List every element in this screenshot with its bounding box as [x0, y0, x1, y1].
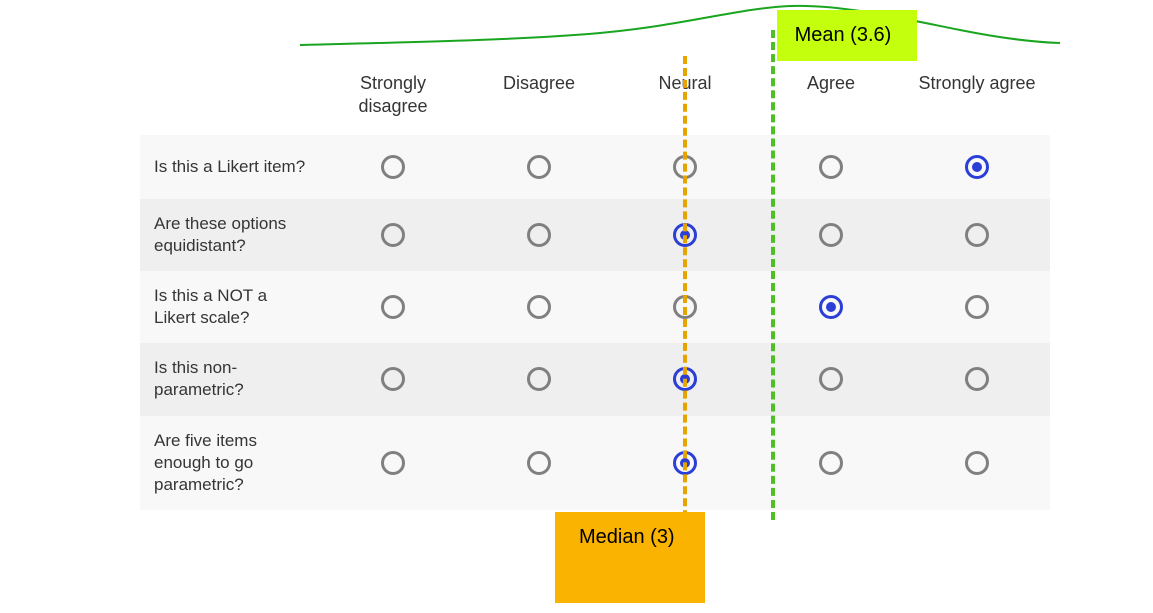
question-cell: Is this non-parametric? — [140, 343, 320, 415]
radio-cell[interactable] — [320, 343, 466, 415]
radio-option[interactable] — [381, 367, 405, 391]
question-cell: Are these options equidistant? — [140, 199, 320, 271]
radio-option[interactable] — [819, 155, 843, 179]
radio-option[interactable] — [381, 451, 405, 475]
radio-option[interactable] — [527, 223, 551, 247]
likert-table: Strongly disagree Disagree Neural Agree … — [140, 60, 1050, 510]
radio-cell[interactable] — [758, 416, 904, 510]
question-cell: Is this a NOT a Likert scale? — [140, 271, 320, 343]
radio-option[interactable] — [527, 295, 551, 319]
radio-option[interactable] — [819, 451, 843, 475]
col-header-1-text: Strongly disagree — [333, 72, 453, 117]
table-row: Is this a NOT a Likert scale? — [140, 271, 1050, 343]
radio-option[interactable] — [819, 367, 843, 391]
radio-option[interactable] — [965, 223, 989, 247]
radio-cell[interactable] — [320, 271, 466, 343]
radio-cell[interactable] — [320, 416, 466, 510]
radio-cell[interactable] — [904, 271, 1050, 343]
col-header-4-text: Agree — [807, 72, 855, 95]
radio-cell[interactable] — [466, 135, 612, 199]
radio-cell[interactable] — [466, 343, 612, 415]
col-header-3: Neural — [612, 60, 758, 135]
col-header-4: Agree — [758, 60, 904, 135]
radio-option[interactable] — [965, 367, 989, 391]
question-text: Is this a NOT a Likert scale? — [154, 286, 267, 327]
question-cell: Is this a Likert item? — [140, 135, 320, 199]
median-text: Median (3) — [579, 526, 675, 548]
table-row: Is this non-parametric? — [140, 343, 1050, 415]
radio-option[interactable] — [965, 295, 989, 319]
radio-option[interactable] — [673, 451, 697, 475]
radio-cell[interactable] — [612, 271, 758, 343]
question-text: Is this non-parametric? — [154, 358, 244, 399]
col-header-5: Strongly agree — [904, 60, 1050, 135]
radio-option[interactable] — [527, 451, 551, 475]
col-header-1: Strongly disagree — [320, 60, 466, 135]
question-text: Are these options equidistant? — [154, 214, 286, 255]
col-header-2: Disagree — [466, 60, 612, 135]
table-row: Is this a Likert item? — [140, 135, 1050, 199]
radio-option[interactable] — [673, 155, 697, 179]
radio-cell[interactable] — [466, 199, 612, 271]
radio-option[interactable] — [673, 223, 697, 247]
question-text: Are five items enough to go parametric? — [154, 431, 257, 494]
radio-cell[interactable] — [612, 199, 758, 271]
radio-cell[interactable] — [320, 199, 466, 271]
radio-option[interactable] — [527, 367, 551, 391]
radio-cell[interactable] — [758, 135, 904, 199]
median-label: Median (3) — [555, 512, 705, 603]
radio-cell[interactable] — [466, 416, 612, 510]
radio-cell[interactable] — [320, 135, 466, 199]
radio-cell[interactable] — [904, 135, 1050, 199]
radio-option[interactable] — [965, 155, 989, 179]
radio-option[interactable] — [381, 295, 405, 319]
header-row: Strongly disagree Disagree Neural Agree … — [140, 60, 1050, 135]
radio-cell[interactable] — [904, 416, 1050, 510]
radio-option[interactable] — [673, 295, 697, 319]
mean-label: Mean (3.6) — [777, 10, 918, 61]
col-header-5-text: Strongly agree — [918, 72, 1035, 95]
radio-option[interactable] — [381, 155, 405, 179]
col-header-3-text: Neural — [658, 72, 711, 95]
radio-cell[interactable] — [758, 343, 904, 415]
table-row: Are these options equidistant? — [140, 199, 1050, 271]
mean-text: Mean (3.6) — [795, 24, 892, 46]
question-cell: Are five items enough to go parametric? — [140, 416, 320, 510]
radio-cell[interactable] — [612, 416, 758, 510]
radio-cell[interactable] — [758, 199, 904, 271]
radio-option[interactable] — [819, 295, 843, 319]
radio-option[interactable] — [673, 367, 697, 391]
radio-option[interactable] — [381, 223, 405, 247]
question-text: Is this a Likert item? — [154, 157, 305, 176]
radio-cell[interactable] — [904, 343, 1050, 415]
col-header-2-text: Disagree — [503, 72, 575, 95]
radio-option[interactable] — [527, 155, 551, 179]
radio-cell[interactable] — [758, 271, 904, 343]
radio-cell[interactable] — [904, 199, 1050, 271]
radio-cell[interactable] — [612, 343, 758, 415]
radio-option[interactable] — [965, 451, 989, 475]
radio-cell[interactable] — [612, 135, 758, 199]
radio-option[interactable] — [819, 223, 843, 247]
radio-cell[interactable] — [466, 271, 612, 343]
table-row: Are five items enough to go parametric? — [140, 416, 1050, 510]
